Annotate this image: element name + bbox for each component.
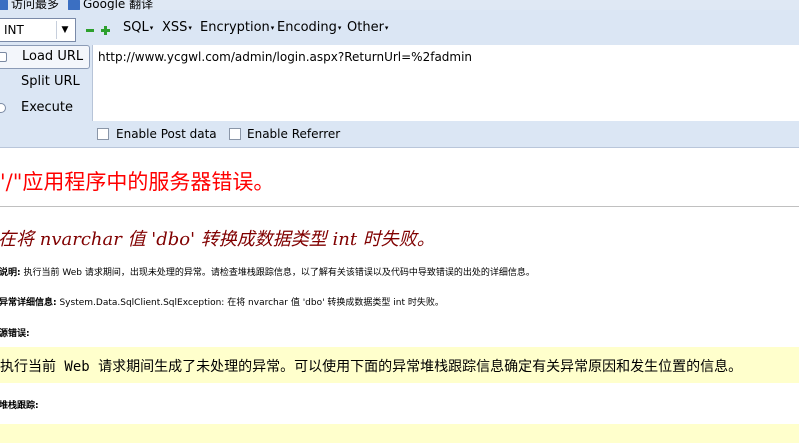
exception-details: 异常详细信息: System.Data.SqlClient.SqlExcepti… [0,295,444,308]
type-select-value: INT [4,23,24,37]
source-error-text: 执行当前 Web 请求期间生成了未处理的异常。可以使用下面的异常堆栈跟踪信息确定… [0,359,743,375]
button-label: Execute [21,100,73,115]
description-text: 执行当前 Web 请求期间，出现未处理的异常。请检查堆栈跟踪信息，以了解有关该错… [20,268,535,278]
execute-button[interactable]: Execute [0,97,90,121]
bookmark-label: Google 翻译 [83,0,154,10]
source-label: 源错误: [0,329,30,339]
other-menu[interactable]: Other▾ [347,20,388,35]
referrer-checkbox[interactable] [229,128,241,140]
source-error-box: 执行当前 Web 请求期间生成了未处理的异常。可以使用下面的异常堆栈跟踪信息确定… [0,347,799,383]
exception-text: System.Data.SqlClient.SqlException: 在将 n… [56,298,444,308]
bookmark-google-translate[interactable]: Google 翻译 [68,0,153,10]
type-select[interactable]: INT ▼ [0,18,76,42]
divider [0,206,799,207]
stack-trace-heading: 堆栈跟踪: [0,398,39,411]
post-data-checkbox[interactable] [97,128,109,140]
google-translate-icon [68,0,80,10]
sql-menu[interactable]: SQL▾ [123,20,153,35]
hackbar-actions: Load URL Split URL Execute [0,45,92,121]
error-title: "/"应用程序中的服务器错误。 [0,170,275,194]
dropdown-caret-icon: ▾ [384,23,389,32]
bookmark-most-visited[interactable]: 访问最多 [0,0,59,10]
menu-label: SQL [123,20,149,35]
bookmarks-bar: 访问最多 Google 翻译 [0,0,799,10]
decrease-icon[interactable] [86,29,94,32]
encryption-menu[interactable]: Encryption▾ [200,20,274,35]
execute-icon [0,103,6,113]
menu-label: Other [347,20,384,35]
url-textarea[interactable]: http://www.ycgwl.com/admin/login.aspx?Re… [92,45,799,121]
error-description: 说明: 执行当前 Web 请求期间，出现未处理的异常。请检查堆栈跟踪信息，以了解… [0,265,535,278]
button-label: Split URL [21,74,80,89]
url-value: http://www.ycgwl.com/admin/login.aspx?Re… [98,50,473,64]
dropdown-caret-icon: ▾ [270,23,275,32]
bookmark-label: 访问最多 [11,0,60,10]
post-data-label[interactable]: Enable Post data [116,127,217,141]
stack-label: 堆栈跟踪: [0,401,39,411]
folder-icon [0,0,8,10]
load-icon [0,52,7,62]
dropdown-caret-icon: ▾ [149,23,154,32]
dropdown-caret-icon: ▾ [188,23,192,32]
chevron-down-icon[interactable]: ▼ [56,21,73,39]
stack-trace-box [0,424,799,443]
hackbar-toolbar: INT ▼ SQL▾ XSS▾ Encryption▾ Encoding▾ Ot… [0,10,799,46]
error-subtitle: 在将 nvarchar 值 'dbo' 转换成数据类型 int 时失败。 [0,229,435,250]
increase-icon[interactable] [101,26,110,35]
exception-label: 异常详细信息: [0,298,57,308]
load-url-button[interactable]: Load URL [0,45,90,69]
split-url-button[interactable]: Split URL [0,71,90,95]
referrer-label[interactable]: Enable Referrer [247,127,340,141]
button-label: Load URL [22,49,84,64]
description-label: 说明: [0,268,21,278]
menu-label: Encryption [200,20,270,35]
hackbar-options: Enable Post data Enable Referrer [0,121,799,148]
xss-menu[interactable]: XSS▾ [162,20,192,35]
menu-label: Encoding [277,20,337,35]
encoding-menu[interactable]: Encoding▾ [277,20,341,35]
menu-label: XSS [162,20,188,35]
dropdown-caret-icon: ▾ [337,23,342,32]
source-error-heading: 源错误: [0,326,30,339]
